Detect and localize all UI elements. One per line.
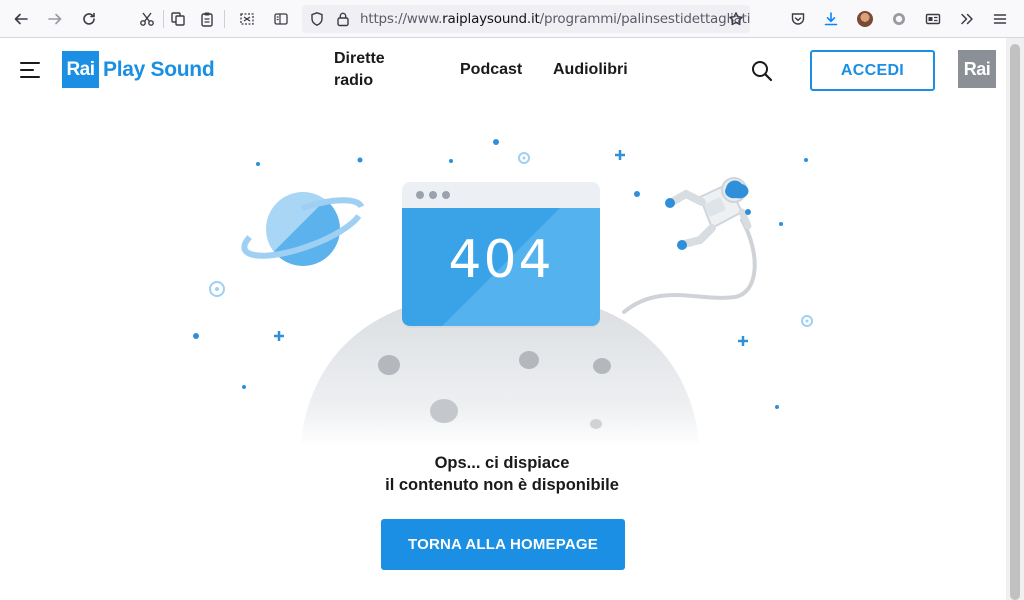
screenshot-icon[interactable] xyxy=(234,6,260,32)
site-header: Rai Play Sound Dirette radio Podcast Aud… xyxy=(0,38,1006,102)
back-to-homepage-button[interactable]: TORNA ALLA HOMEPAGE xyxy=(381,519,625,570)
astronaut xyxy=(665,177,752,250)
scrollbar-thumb[interactable] xyxy=(1010,44,1020,600)
login-button[interactable]: ACCEDI xyxy=(810,50,935,91)
star-icon[interactable] xyxy=(723,6,749,32)
logo-wordmark: Play Sound xyxy=(103,57,215,81)
hamburger-icon[interactable] xyxy=(20,60,42,80)
raiplaysound-logo[interactable]: Rai Play Sound xyxy=(62,51,215,88)
nav-dirette-radio[interactable]: Dirette radio xyxy=(334,48,385,92)
search-icon[interactable] xyxy=(750,59,774,83)
nav-podcast[interactable]: Podcast xyxy=(460,59,522,81)
reload-icon[interactable] xyxy=(76,6,102,32)
extensions-icon[interactable] xyxy=(920,6,946,32)
shield-icon[interactable] xyxy=(304,6,330,32)
astronaut-tether xyxy=(622,218,757,314)
cut-icon[interactable] xyxy=(134,6,160,32)
error-message-line2: il contenuto non è disponibile xyxy=(385,476,619,494)
account-avatar[interactable] xyxy=(857,11,873,27)
browser-toolbar: https://www.raiplaysound.it/programmi/pa… xyxy=(0,0,1024,38)
logo-rai-mark: Rai xyxy=(62,51,99,88)
error-404-window: 404 xyxy=(402,182,600,326)
overflow-chevron-icon[interactable] xyxy=(954,6,980,32)
forward-icon[interactable] xyxy=(42,6,68,32)
nav-audiolibri[interactable]: Audiolibri xyxy=(553,59,628,81)
menu-icon[interactable] xyxy=(987,6,1013,32)
error-code: 404 xyxy=(448,230,554,290)
error-illustration: 404 xyxy=(0,102,1006,452)
download-icon[interactable] xyxy=(818,6,844,32)
extension-circle-icon[interactable] xyxy=(886,6,912,32)
pocket-icon[interactable] xyxy=(785,6,811,32)
planet xyxy=(241,192,365,266)
back-icon[interactable] xyxy=(8,6,34,32)
url-bar[interactable]: https://www.raiplaysound.it/programmi/pa… xyxy=(302,5,751,33)
paste-icon[interactable] xyxy=(194,6,220,32)
lock-icon[interactable] xyxy=(330,6,356,32)
reader-icon[interactable] xyxy=(268,6,294,32)
error-message-line1: Ops... ci dispiace xyxy=(434,454,570,472)
copy-icon[interactable] xyxy=(165,6,191,32)
rai-logo[interactable]: Rai xyxy=(958,50,996,88)
url-text[interactable]: https://www.raiplaysound.it/programmi/pa… xyxy=(360,11,751,27)
